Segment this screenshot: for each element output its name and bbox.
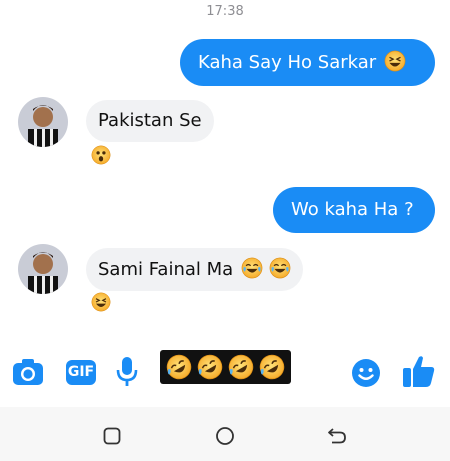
back-icon[interactable]: [327, 427, 347, 445]
message-text: Sami Fainal Ma: [98, 259, 234, 280]
grinning-face-icon: [91, 292, 111, 312]
microphone-icon[interactable]: [116, 356, 138, 388]
incoming-message[interactable]: Sami Fainal Ma: [86, 248, 303, 291]
outgoing-message[interactable]: Wo kaha Ha ?: [273, 187, 435, 233]
gif-icon: GIF: [67, 364, 95, 380]
rolling-laughing-face-icon: [259, 354, 285, 380]
squinting-laughing-face-icon: [384, 50, 406, 72]
thumbs-up-icon[interactable]: [402, 354, 436, 388]
message-text: Kaha Say Ho Sarkar: [198, 52, 377, 73]
gif-button[interactable]: GIF: [66, 360, 96, 385]
rolling-laughing-face-icon: [197, 354, 223, 380]
incoming-message[interactable]: Pakistan Se: [86, 100, 214, 142]
tears-of-joy-face-icon: [269, 257, 291, 279]
home-icon[interactable]: [215, 426, 235, 446]
emoji-input-strip[interactable]: [160, 350, 291, 384]
camera-icon[interactable]: [12, 357, 44, 387]
rolling-laughing-face-icon: [228, 354, 254, 380]
message-text: Wo kaha Ha ?: [291, 199, 414, 220]
message-text: Pakistan Se: [98, 110, 202, 131]
outgoing-message[interactable]: Kaha Say Ho Sarkar: [180, 39, 435, 86]
avatar[interactable]: [18, 97, 68, 147]
surprised-face-icon: [91, 145, 111, 165]
emoji-icon[interactable]: [351, 358, 381, 388]
status-time: 17:38: [206, 4, 244, 19]
rolling-laughing-face-icon: [166, 354, 192, 380]
tears-of-joy-face-icon: [241, 257, 263, 279]
system-navigation-bar: [0, 407, 450, 461]
recent-apps-icon[interactable]: [103, 427, 121, 445]
avatar[interactable]: [18, 244, 68, 294]
